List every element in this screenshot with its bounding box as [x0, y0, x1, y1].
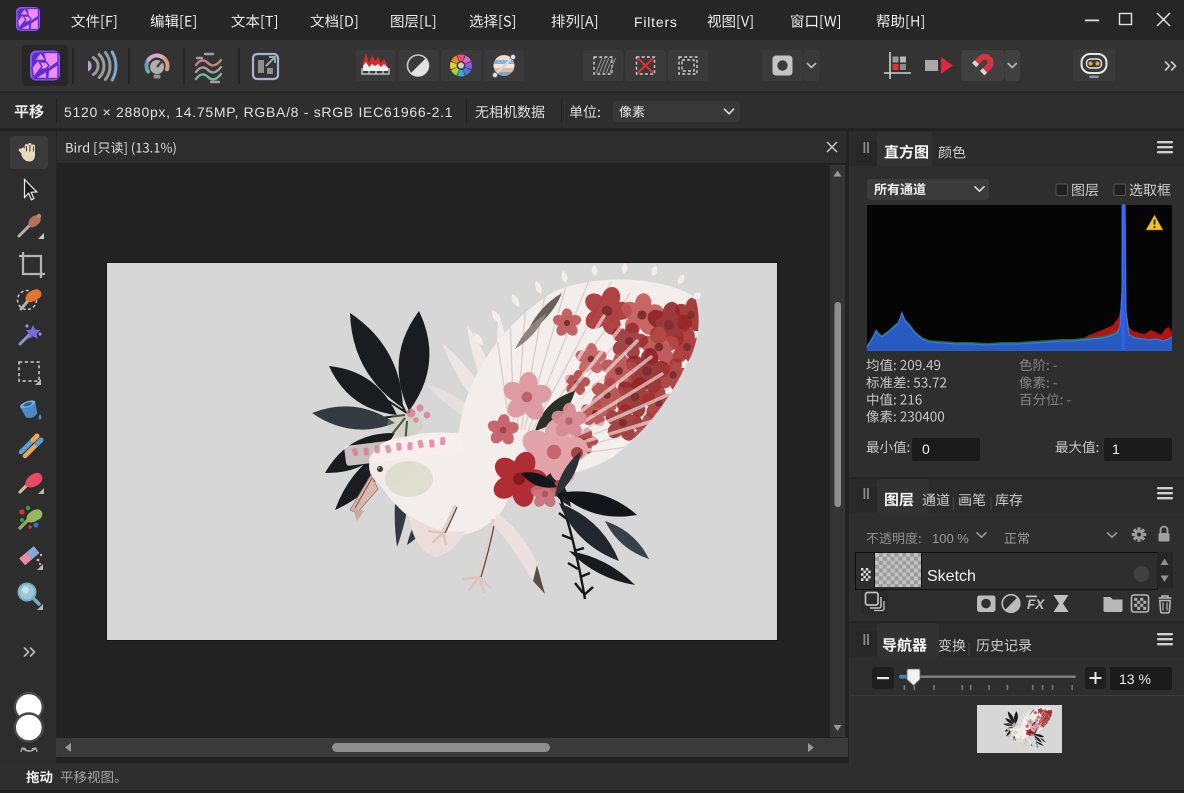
- svg-text:FX: FX: [1027, 597, 1045, 612]
